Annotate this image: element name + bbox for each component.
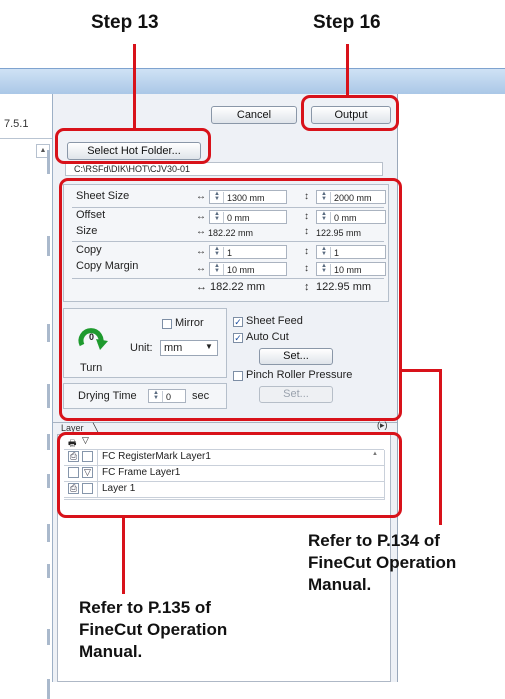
settings-highlight (59, 178, 402, 421)
step-13-label: Step 13 (91, 12, 159, 33)
ref-135-line-1: Refer to P.135 of (79, 598, 211, 617)
version-text: 7.5.1 (4, 118, 29, 130)
step-16-label: Step 16 (313, 12, 381, 33)
ref-135-callout: Refer to P.135 of FineCut Operation Manu… (79, 597, 227, 663)
step-13-highlight (55, 128, 211, 164)
ref-134-line-3: Manual. (308, 575, 372, 594)
ref-134-callout: Refer to P.134 of FineCut Operation Manu… (308, 530, 456, 596)
title-bar (0, 68, 505, 95)
expand-icon[interactable]: (▸) (377, 420, 388, 431)
ref-135-line-3: Manual. (79, 642, 143, 661)
step-16-highlight (301, 95, 399, 131)
ref-135-line-2: FineCut Operation (79, 620, 228, 639)
cancel-button[interactable]: Cancel (211, 106, 297, 124)
ref-134-line-1: Refer to P.134 of (308, 531, 440, 550)
ref-134-line-2: FineCut Operation (308, 553, 457, 572)
hot-folder-path: C:\RSFd\DIK\HOT\CJV30-01 (74, 164, 191, 174)
document-pane: 7.5.1 ▲ (0, 94, 53, 699)
layer-highlight (57, 432, 402, 518)
